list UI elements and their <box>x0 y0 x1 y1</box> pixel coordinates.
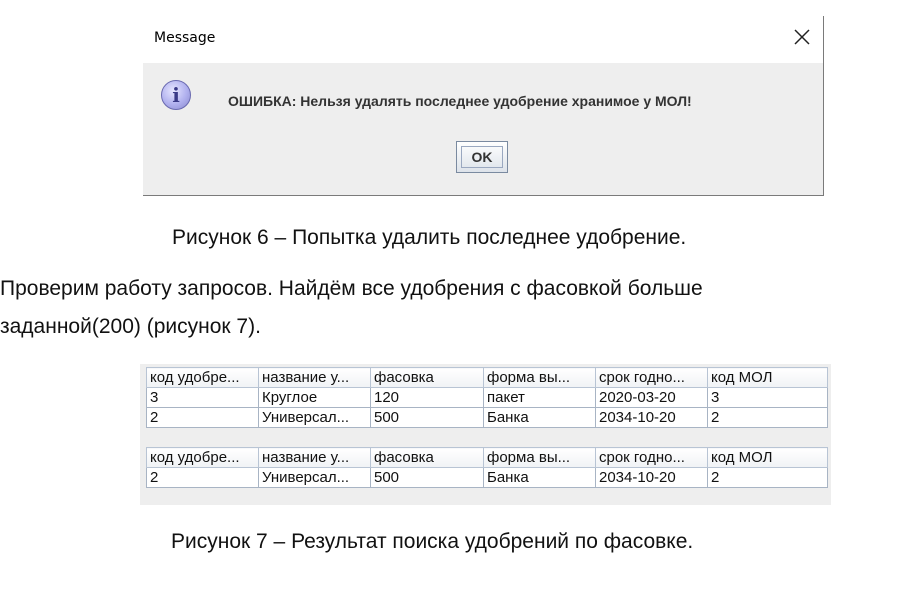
info-icon: i <box>161 80 191 110</box>
table-cell[interactable]: Круглое <box>258 387 371 408</box>
table-header-row: код удобре... название у... фасовка форм… <box>146 447 828 468</box>
table-cell[interactable]: 2034-10-20 <box>595 407 708 428</box>
dialog-title: Message <box>154 30 216 46</box>
message-dialog: Message i ОШИБКА: Нельзя удалять последн… <box>143 16 824 196</box>
paragraph-line-1: Проверим работу запросов. Найдём все удо… <box>0 277 703 300</box>
table-row[interactable]: 2 Универсал... 500 Банка 2034-10-20 2 <box>146 407 828 428</box>
figure-6-caption: Рисунок 6 – Попытка удалить последнее уд… <box>172 226 687 249</box>
table-cell[interactable]: 2034-10-20 <box>595 467 708 488</box>
table-cell[interactable]: 2 <box>146 407 259 428</box>
table-cell[interactable]: 500 <box>370 407 484 428</box>
table-cell[interactable]: Банка <box>483 467 596 488</box>
close-button[interactable] <box>789 24 815 50</box>
dialog-titlebar[interactable]: Message <box>143 16 823 63</box>
dialog-message: ОШИБКА: Нельзя удалять последнее удобрен… <box>228 93 692 109</box>
query-results-screenshot: код удобре... название у... фасовка форм… <box>140 364 831 505</box>
column-header[interactable]: срок годно... <box>595 367 708 388</box>
table-header-row: код удобре... название у... фасовка форм… <box>146 367 828 388</box>
table-row[interactable]: 3 Круглое 120 пакет 2020-03-20 3 <box>146 387 828 408</box>
table-cell[interactable]: 3 <box>707 387 828 408</box>
column-header[interactable]: форма вы... <box>483 367 596 388</box>
column-header[interactable]: код МОЛ <box>707 447 828 468</box>
table-row[interactable]: 2 Универсал... 500 Банка 2034-10-20 2 <box>146 467 828 488</box>
table-cell[interactable]: 3 <box>146 387 259 408</box>
table-cell[interactable]: 2 <box>707 467 828 488</box>
table-cell[interactable]: 2 <box>707 407 828 428</box>
figure-7-caption: Рисунок 7 – Результат поиска удобрений п… <box>171 530 694 553</box>
column-header[interactable]: код удобре... <box>146 447 259 468</box>
column-header[interactable]: срок годно... <box>595 447 708 468</box>
column-header[interactable]: название у... <box>258 367 371 388</box>
table-cell[interactable]: Универсал... <box>258 407 371 428</box>
close-icon <box>794 29 810 45</box>
ok-button[interactable]: OK <box>456 141 508 173</box>
paragraph-line-2: заданной(200) (рисунок 7). <box>0 315 261 338</box>
results-table-filtered: код удобре... название у... фасовка форм… <box>146 447 828 488</box>
column-header[interactable]: название у... <box>258 447 371 468</box>
table-cell[interactable]: 120 <box>370 387 484 408</box>
table-cell[interactable]: Банка <box>483 407 596 428</box>
column-header[interactable]: форма вы... <box>483 447 596 468</box>
column-header[interactable]: фасовка <box>370 447 484 468</box>
table-cell[interactable]: пакет <box>483 387 596 408</box>
column-header[interactable]: фасовка <box>370 367 484 388</box>
table-cell[interactable]: 500 <box>370 467 484 488</box>
table-cell[interactable]: Универсал... <box>258 467 371 488</box>
results-table-all: код удобре... название у... фасовка форм… <box>146 367 828 428</box>
table-cell[interactable]: 2020-03-20 <box>595 387 708 408</box>
table-cell[interactable]: 2 <box>146 467 259 488</box>
column-header[interactable]: код удобре... <box>146 367 259 388</box>
column-header[interactable]: код МОЛ <box>707 367 828 388</box>
